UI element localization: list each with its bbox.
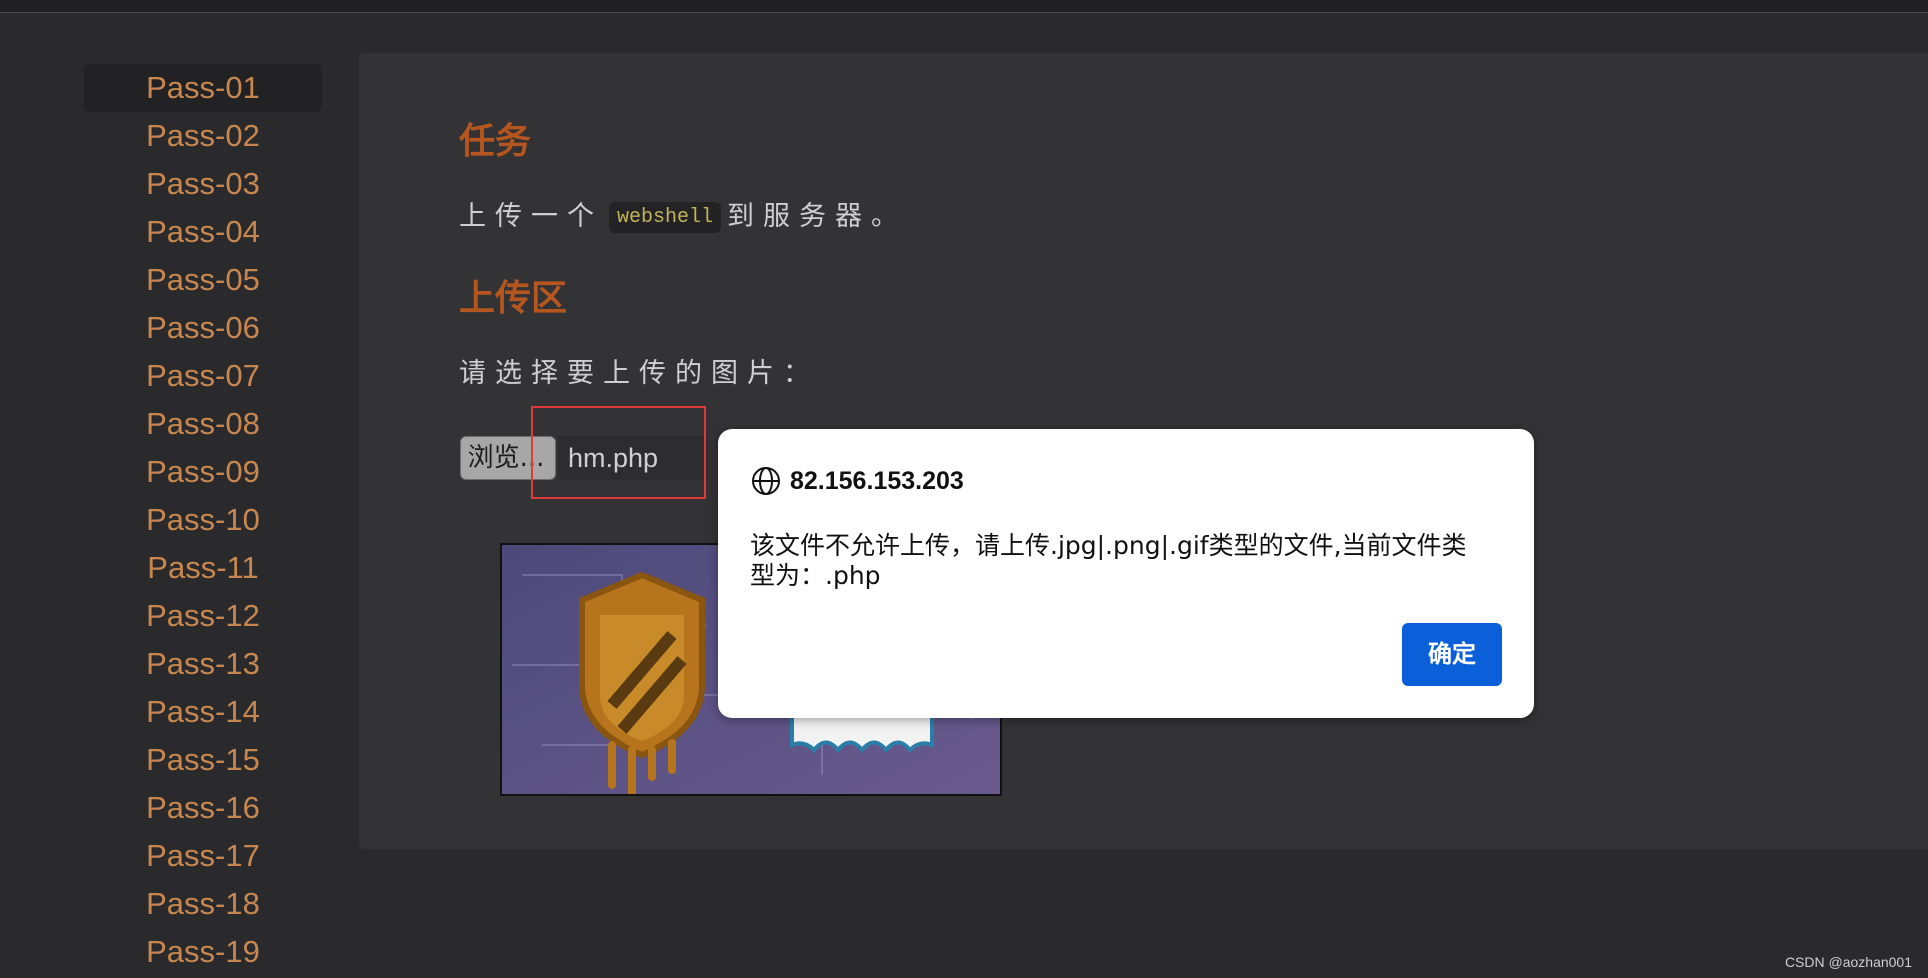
task-heading: 任务 (459, 121, 532, 162)
sidebar-item-pass-15[interactable]: Pass-15 (84, 736, 322, 784)
sidebar-item-pass-13[interactable]: Pass-13 (84, 640, 322, 688)
sidebar-item-pass-19[interactable]: Pass-19 (84, 928, 322, 976)
sidebar-item-pass-02[interactable]: Pass-02 (84, 112, 322, 160)
task-text-after: 到服务器。 (727, 201, 908, 232)
sidebar-item-pass-12[interactable]: Pass-12 (84, 592, 322, 640)
sidebar-item-pass-14[interactable]: Pass-14 (84, 688, 322, 736)
ok-button[interactable]: 确定 (1402, 623, 1502, 686)
sidebar-item-pass-05[interactable]: Pass-05 (84, 256, 322, 304)
dialog-origin: 82.156.153.203 (790, 466, 964, 495)
task-description: 上传一个 webshell 到服务器。 (459, 194, 907, 233)
alert-dialog: 82.156.153.203 该文件不允许上传，请上传.jpg|.png|.gi… (718, 429, 1534, 718)
sidebar-item-pass-01[interactable]: Pass-01 (84, 64, 322, 112)
upload-prompt: 请选择要上传的图片： (459, 358, 819, 389)
upload-heading: 上传区 (459, 278, 568, 319)
sidebar-item-pass-06[interactable]: Pass-06 (84, 304, 322, 352)
task-text-before: 上传一个 (459, 201, 603, 232)
sidebar-item-pass-09[interactable]: Pass-09 (84, 448, 322, 496)
sidebar-item-pass-03[interactable]: Pass-03 (84, 160, 322, 208)
sidebar-item-pass-08[interactable]: Pass-08 (84, 400, 322, 448)
sidebar-item-pass-16[interactable]: Pass-16 (84, 784, 322, 832)
sidebar-item-pass-10[interactable]: Pass-10 (84, 496, 322, 544)
sidebar-item-pass-11[interactable]: Pass-11 (84, 544, 322, 592)
sidebar-item-pass-07[interactable]: Pass-07 (84, 352, 322, 400)
sidebar-item-pass-17[interactable]: Pass-17 (84, 832, 322, 880)
browser-top-bar (0, 0, 1928, 13)
highlight-box (531, 406, 706, 499)
dialog-title: 82.156.153.203 (750, 465, 964, 497)
sidebar-item-pass-18[interactable]: Pass-18 (84, 880, 322, 928)
sidebar-item-pass-04[interactable]: Pass-04 (84, 208, 322, 256)
dialog-message: 该文件不允许上传，请上传.jpg|.png|.gif类型的文件,当前文件类型为：… (750, 531, 1467, 590)
webshell-code: webshell (609, 202, 722, 233)
watermark: CSDN @aozhan001 (1784, 954, 1912, 970)
sidebar-nav: Pass-01 Pass-02 Pass-03 Pass-04 Pass-05 Pass-… (84, 64, 322, 976)
globe-icon (752, 467, 780, 495)
